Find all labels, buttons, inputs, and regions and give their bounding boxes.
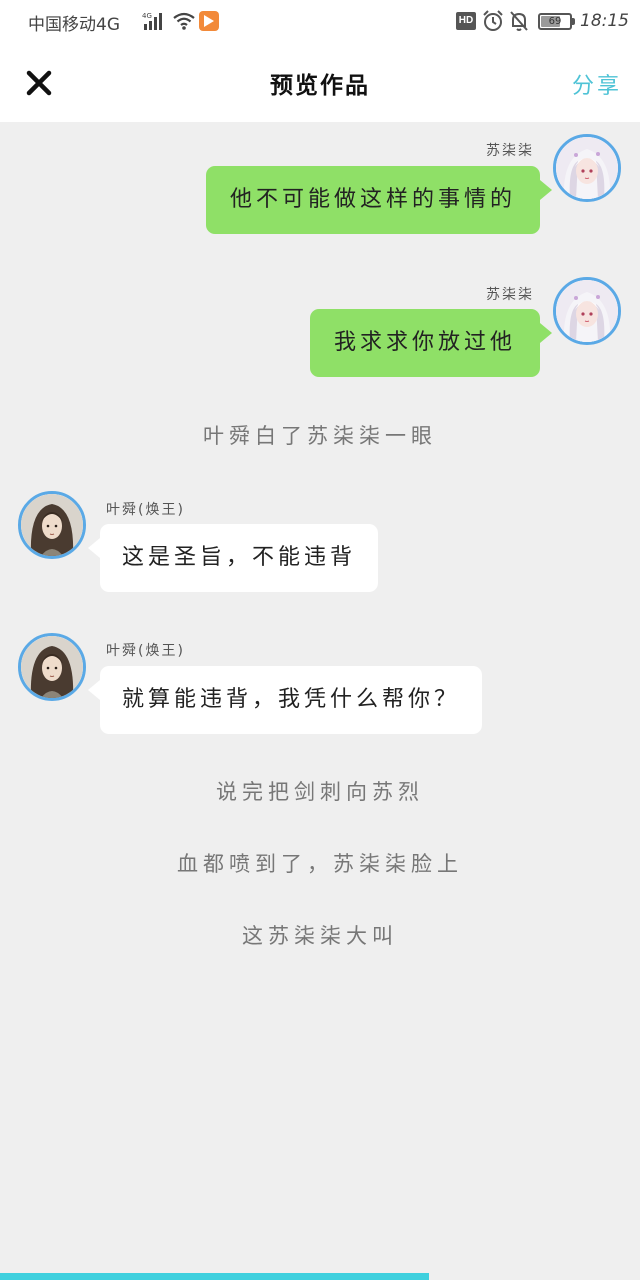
battery-tip xyxy=(572,18,575,25)
wifi-icon xyxy=(173,12,195,30)
bubble-tail xyxy=(88,538,100,558)
top-app-bar: 预览作品 分享 xyxy=(0,44,640,122)
message-bubble-self[interactable]: 他不可能做这样的事情的 xyxy=(205,166,540,234)
avatar-su-qiqi-image xyxy=(556,280,618,342)
share-button[interactable]: 分享 xyxy=(572,68,622,100)
avatar-su-qiqi-image xyxy=(556,137,618,199)
battery-level: 69 xyxy=(548,16,562,27)
message-bubble-other[interactable]: 这是圣旨，不能违背 xyxy=(100,524,379,592)
carrier-label: 中国移动4G xyxy=(28,15,120,35)
message-bubble-other[interactable]: 就算能违背，我凭什么帮你？ xyxy=(100,666,483,734)
narration-text: 叶舜白了苏柒柒一眼 xyxy=(203,424,437,448)
avatar-ye-shun[interactable] xyxy=(18,491,86,559)
hd-icon: HD xyxy=(456,12,476,30)
alarm-icon xyxy=(483,10,503,31)
narration-text: 这苏柒柒大叫 xyxy=(242,924,398,948)
clock: 18:15 xyxy=(580,11,629,31)
bell-muted-icon xyxy=(510,11,528,31)
sender-name: 苏柒柒 xyxy=(486,287,534,303)
narration-text: 说完把剑刺向苏烈 xyxy=(216,780,424,804)
avatar-ye-shun[interactable] xyxy=(18,633,86,701)
playback-progress-bar[interactable] xyxy=(0,1273,429,1280)
sender-name: 叶舜(焕王) xyxy=(106,643,185,659)
bubble-tail xyxy=(88,680,100,700)
narration-text: 血都喷到了，苏柒柒脸上 xyxy=(177,852,463,876)
avatar-ye-shun-image xyxy=(21,494,83,556)
app-notification-icon xyxy=(199,11,219,31)
sender-name: 苏柒柒 xyxy=(486,143,534,159)
avatar-su-qiqi[interactable] xyxy=(553,134,621,202)
page-title: 预览作品 xyxy=(270,73,370,99)
network-badge: 4G xyxy=(142,12,152,20)
battery-icon: 69 xyxy=(538,13,572,30)
message-bubble-self[interactable]: 我求求你放过他 xyxy=(309,309,540,377)
signal-icon: 4G xyxy=(142,12,162,30)
bubble-tail xyxy=(540,323,552,343)
avatar-su-qiqi[interactable] xyxy=(553,277,621,345)
bubble-tail xyxy=(540,180,552,200)
sender-name: 叶舜(焕王) xyxy=(106,502,185,518)
avatar-ye-shun-image xyxy=(21,636,83,698)
chat-preview[interactable]: 苏柒柒 他不可能做这样的事情的 苏柒柒 我求求你放过他 叶舜白了苏柒柒一眼 叶舜… xyxy=(0,122,640,1280)
status-bar: 中国移动4G 4G HD 69 18:15 xyxy=(0,0,640,44)
